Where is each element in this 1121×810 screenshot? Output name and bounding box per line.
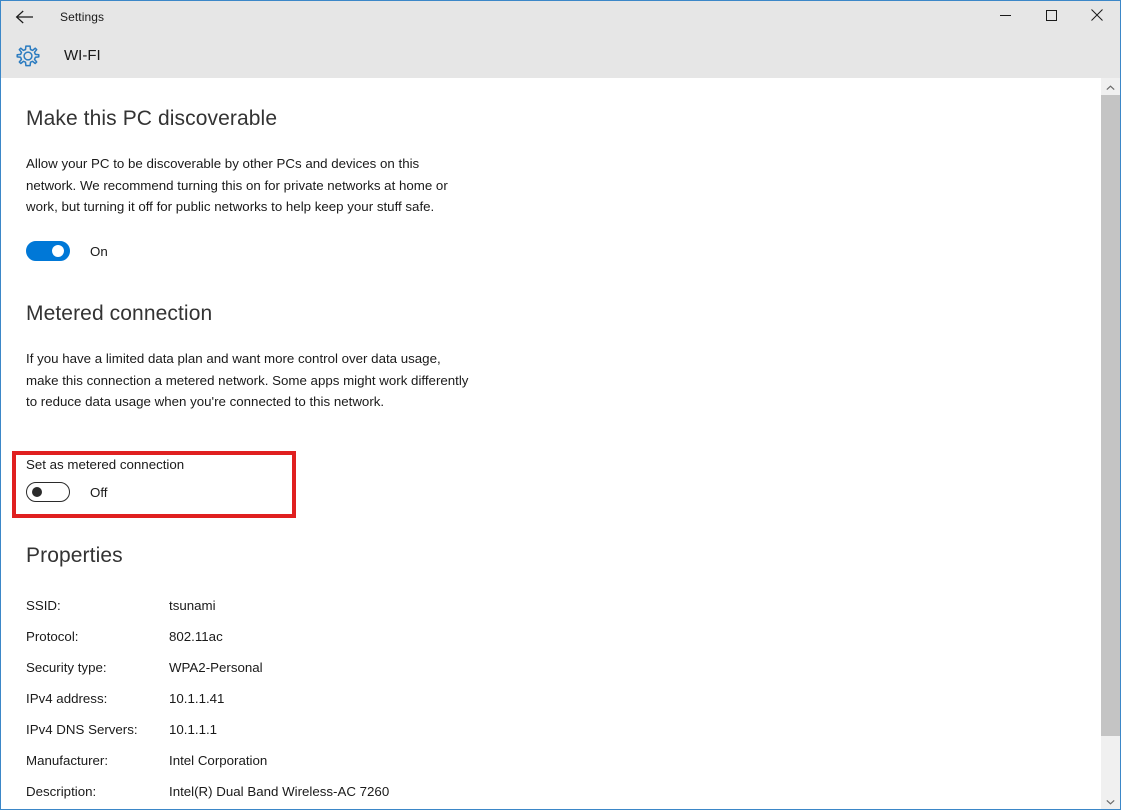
settings-window: Settings [0,0,1121,810]
gear-icon [11,43,45,69]
metered-toggle[interactable] [26,482,70,502]
property-key: Security type: [26,660,107,675]
table-row: IPv4 address: 10.1.1.41 [1,683,521,714]
property-key: SSID: [26,598,61,613]
scroll-up-button[interactable] [1101,78,1120,95]
discoverable-toggle-label: On [90,244,108,259]
metered-toggle-caption: Set as metered connection [26,457,184,472]
scroll-down-button[interactable] [1101,792,1120,809]
properties-list: SSID: tsunami Protocol: 802.11ac Securit… [1,590,521,807]
chevron-up-icon [1106,78,1115,96]
back-button[interactable] [1,1,47,33]
table-row: Description: Intel(R) Dual Band Wireless… [1,776,521,807]
property-value: tsunami [169,598,216,613]
property-key: IPv4 DNS Servers: [26,722,138,737]
discoverable-toggle-row: On [26,241,108,261]
table-row: Protocol: 802.11ac [1,621,521,652]
metered-description: If you have a limited data plan and want… [26,348,471,413]
property-value: 10.1.1.1 [169,722,217,737]
close-icon [1091,8,1103,26]
page-title: WI-FI [64,47,101,64]
property-value: Intel(R) Dual Band Wireless-AC 7260 [169,784,389,799]
property-value: Intel Corporation [169,753,267,768]
property-key: Description: [26,784,96,799]
metered-toggle-row: Off [26,482,108,502]
title-bar: Settings [1,1,1120,33]
page-header: WI-FI [1,33,1120,78]
maximize-icon [1046,8,1057,26]
chevron-down-icon [1106,792,1115,810]
scrollbar-thumb[interactable] [1101,95,1120,736]
table-row: IPv4 DNS Servers: 10.1.1.1 [1,714,521,745]
metered-heading: Metered connection [26,302,212,326]
close-button[interactable] [1074,1,1120,33]
toggle-knob [52,245,64,257]
app-title: Settings [60,10,104,24]
property-value: 802.11ac [169,629,223,644]
discoverable-description: Allow your PC to be discoverable by othe… [26,153,471,218]
property-key: Protocol: [26,629,78,644]
maximize-button[interactable] [1028,1,1074,33]
minimize-icon [1000,8,1011,26]
vertical-scrollbar[interactable] [1101,78,1120,809]
settings-content: Make this PC discoverable Allow your PC … [1,78,1101,809]
property-key: Manufacturer: [26,753,108,768]
property-key: IPv4 address: [26,691,107,706]
property-value: WPA2-Personal [169,660,263,675]
minimize-button[interactable] [982,1,1028,33]
table-row: Security type: WPA2-Personal [1,652,521,683]
property-value: 10.1.1.41 [169,691,224,706]
window-controls [982,1,1120,33]
properties-heading: Properties [26,544,123,568]
metered-toggle-label: Off [90,485,108,500]
table-row: Manufacturer: Intel Corporation [1,745,521,776]
back-arrow-icon [15,10,34,24]
discoverable-toggle[interactable] [26,241,70,261]
table-row: SSID: tsunami [1,590,521,621]
discoverable-heading: Make this PC discoverable [26,107,277,131]
toggle-knob [32,487,42,497]
